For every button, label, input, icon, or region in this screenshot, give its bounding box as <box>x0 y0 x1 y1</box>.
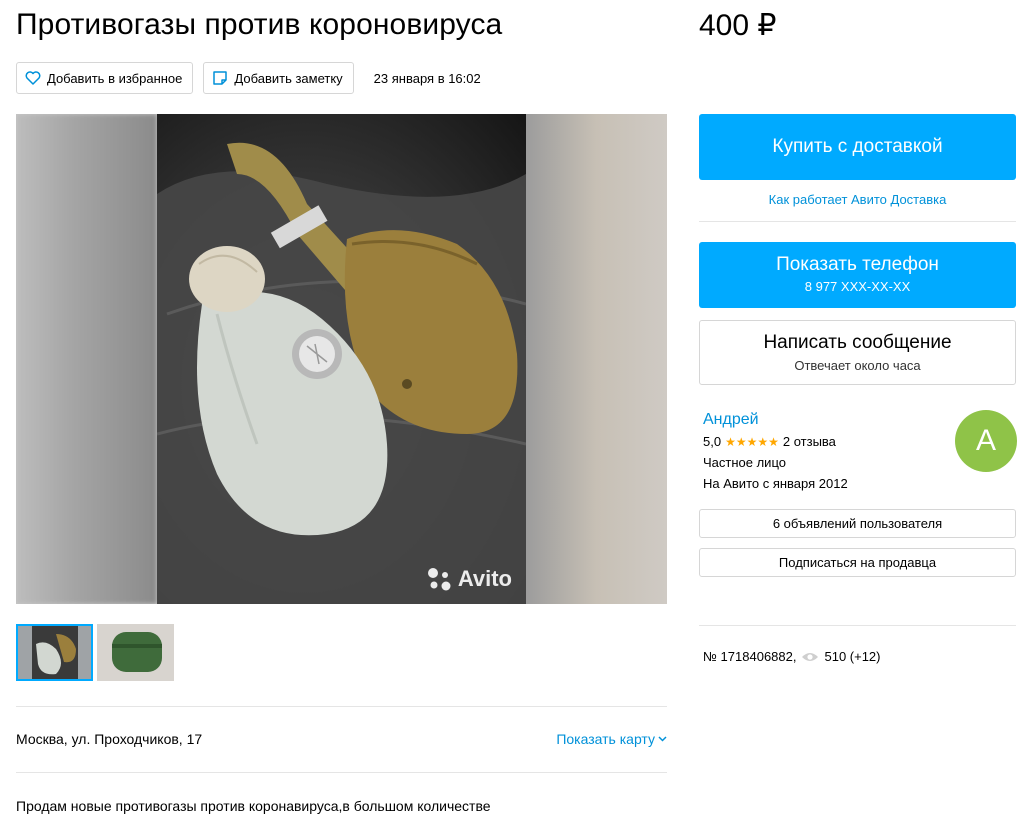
watermark-text: Avito <box>457 566 512 591</box>
seller-name-link[interactable]: Андрей <box>703 411 759 429</box>
thumbnail-gas-mask-canister <box>97 624 174 681</box>
thumbnail-1[interactable] <box>16 624 93 681</box>
gallery-blur-right <box>526 114 667 604</box>
show-phone-button[interactable]: Показать телефон 8 977 XXX-XX-XX <box>699 242 1016 308</box>
chevron-down-icon <box>658 736 667 742</box>
write-message-label: Написать сообщение <box>763 332 952 353</box>
photo-gallery[interactable]: Avito <box>16 114 667 604</box>
listing-actions: Добавить в избранное Добавить заметку 23… <box>16 62 481 94</box>
listing-description: Продам новые противогазы против коронави… <box>16 798 491 814</box>
how-delivery-works-link[interactable]: Как работает Авито Доставка <box>699 192 1016 207</box>
listing-number: № 1718406882, <box>703 649 797 664</box>
response-time: Отвечает около часа <box>794 358 921 373</box>
add-note-button[interactable]: Добавить заметку <box>203 62 354 94</box>
phone-number: 8 977 XXX-XX-XX <box>804 279 911 294</box>
divider <box>16 706 667 707</box>
add-note-label: Добавить заметку <box>234 70 343 86</box>
eye-icon <box>802 652 819 661</box>
buy-with-delivery-button[interactable]: Купить с доставкой <box>699 114 1016 180</box>
views-count: 510 (+12) <box>824 649 881 664</box>
seller-type: Частное лицо <box>703 455 786 470</box>
note-icon <box>213 71 228 85</box>
avito-watermark: Avito <box>426 566 512 592</box>
thumbnail-gas-mask-set <box>16 624 93 681</box>
listing-address: Москва, ул. Проходчиков, 17 <box>16 731 203 747</box>
divider <box>699 221 1016 222</box>
avatar[interactable]: А <box>955 410 1017 472</box>
listing-title: Противогазы против короновируса <box>16 8 503 41</box>
write-message-button[interactable]: Написать сообщение Отвечает около часа <box>699 320 1016 385</box>
add-favorite-button[interactable]: Добавить в избранное <box>16 62 194 94</box>
seller-since: На Авито с января 2012 <box>703 476 848 491</box>
rating-value: 5,0 <box>703 434 722 449</box>
thumbnail-strip <box>16 624 174 681</box>
reviews-count: 2 отзыва <box>782 434 836 449</box>
listing-meta: № 1718406882, 510 (+12) <box>703 649 881 664</box>
divider <box>16 772 667 773</box>
show-map-link[interactable]: Показать карту <box>556 731 667 747</box>
divider <box>699 625 1016 626</box>
listing-price: 400 ₽ <box>699 9 777 42</box>
gas-mask-illustration <box>157 142 526 604</box>
publish-date: 23 января в 16:02 <box>373 70 481 86</box>
avito-logo-icon <box>427 568 451 591</box>
show-phone-label: Показать телефон <box>776 254 939 275</box>
show-map-label: Показать карту <box>556 731 655 747</box>
add-favorite-label: Добавить в избранное <box>47 70 183 86</box>
gallery-blur-left <box>16 114 157 604</box>
heart-icon <box>25 71 41 85</box>
main-photo[interactable]: Avito <box>157 114 526 604</box>
seller-ads-button[interactable]: 6 объявлений пользователя <box>699 509 1016 538</box>
seller-rating: 5,0 ★★★★★ 2 отзыва <box>703 434 836 449</box>
subscribe-seller-button[interactable]: Подписаться на продавца <box>699 548 1016 577</box>
star-rating-icon: ★★★★★ <box>725 434 779 449</box>
thumbnail-2[interactable] <box>97 624 174 681</box>
